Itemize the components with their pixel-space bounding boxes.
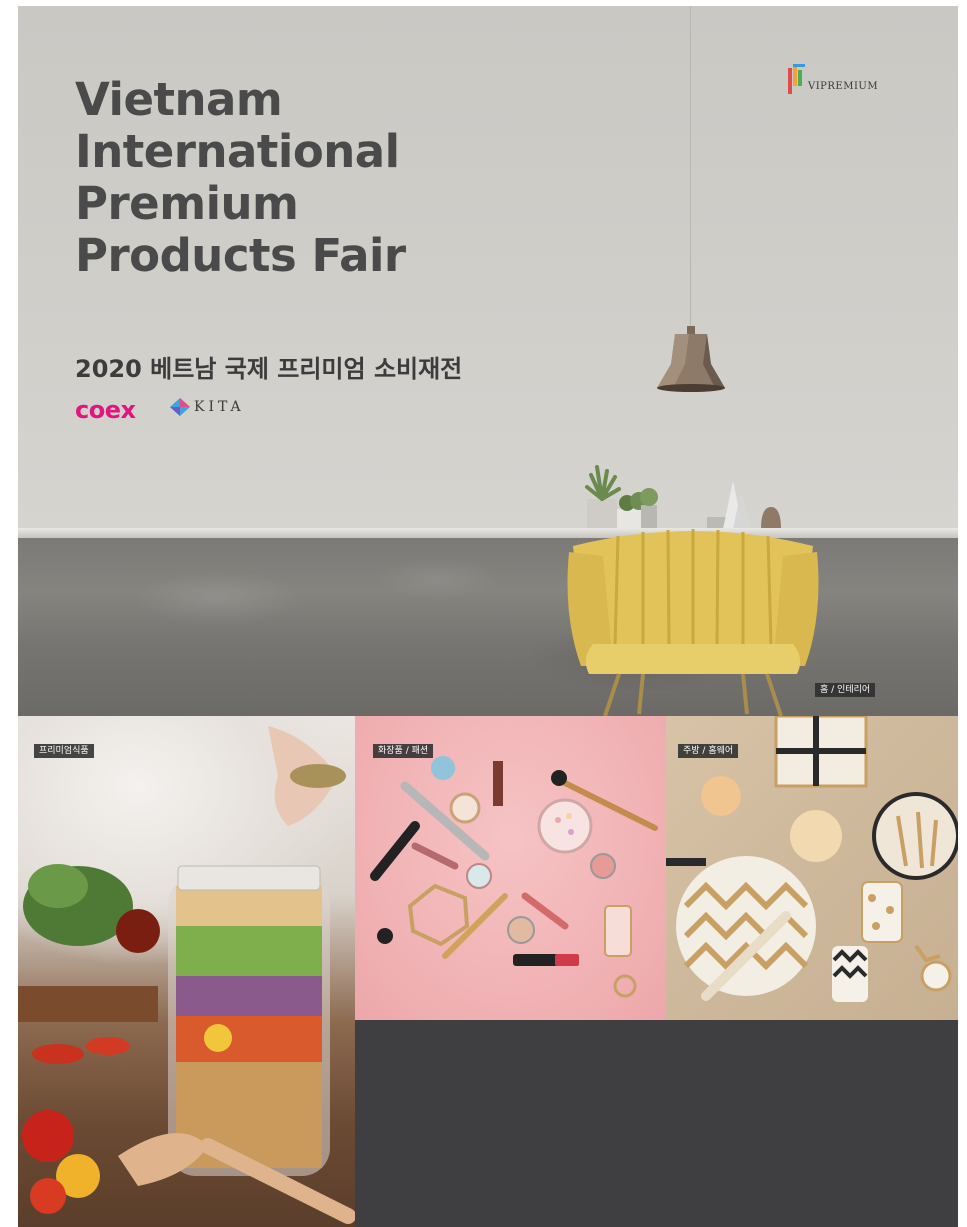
tag-premium-food: 프리미엄식품 xyxy=(34,744,94,758)
tag-cosmetics-fashion: 화장품 / 패션 xyxy=(373,744,434,758)
poster: Vietnam International Premium Products F… xyxy=(18,6,958,1227)
vipremium-logo: VIPREMIUM xyxy=(788,64,878,94)
fair-title: Vietnam International Premium Products F… xyxy=(75,73,406,282)
armchair-icon xyxy=(567,529,819,716)
cosmetics-flatlay-illustration xyxy=(370,756,658,998)
kita-diamond-icon xyxy=(170,398,190,416)
tag-home-interior: 홈 / 인테리어 xyxy=(815,683,876,697)
kita-logo-text: KITA xyxy=(194,399,245,415)
dark-info-panel xyxy=(355,1020,958,1227)
pendant-lamp-icon xyxy=(657,326,725,392)
shelf-plants-and-vases xyxy=(585,465,781,529)
cosmetics-fashion-photo: 화장품 / 패션 xyxy=(355,716,666,1020)
vipremium-mark-icon xyxy=(788,64,805,94)
premium-food-photo: 프리미엄식품 xyxy=(18,716,355,1227)
tag-kitchen-homeware: 주방 / 홈웨어 xyxy=(678,744,739,758)
hero-interior-photo: Vietnam International Premium Products F… xyxy=(18,6,958,716)
party-tableware-illustration xyxy=(666,716,958,1002)
coex-logo: coex xyxy=(75,396,136,424)
fair-subtitle-korean: 2020 베트남 국제 프리미엄 소비재전 xyxy=(75,355,463,383)
food-jar-illustration xyxy=(18,726,355,1224)
lamp-cord xyxy=(690,6,691,328)
vipremium-logo-text: VIPREMIUM xyxy=(808,81,879,92)
kitchen-homeware-photo: 주방 / 홈웨어 xyxy=(666,716,958,1020)
kita-logo: KITA xyxy=(170,398,245,416)
